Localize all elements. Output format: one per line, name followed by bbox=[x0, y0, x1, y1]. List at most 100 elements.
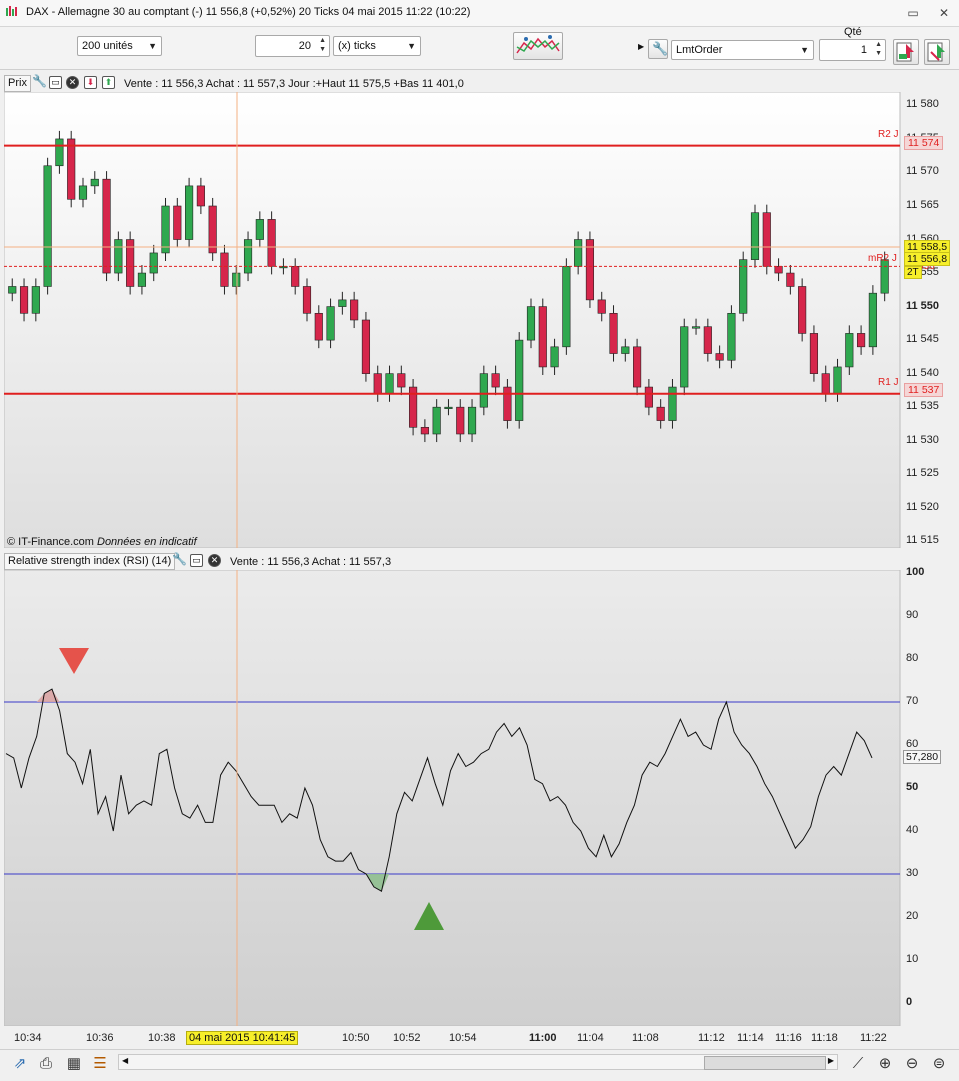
rsi-tick-label: 0 bbox=[906, 996, 913, 1008]
move-up-icon[interactable]: ⬆ bbox=[102, 76, 115, 89]
candle-body bbox=[538, 306, 547, 368]
rsi-panel-header: Relative strength index (RSI) (14) 🔧 ▭ ✕… bbox=[4, 552, 899, 570]
price-tick-label: 11 535 bbox=[906, 400, 939, 413]
price-tick-label: 11 545 bbox=[906, 333, 939, 346]
candle-body bbox=[432, 406, 441, 435]
rsi-chart[interactable] bbox=[4, 570, 955, 1026]
sell-button[interactable] bbox=[893, 39, 919, 65]
spreadsheet-icon[interactable]: ▦ bbox=[64, 1054, 84, 1074]
candle-body bbox=[715, 353, 724, 361]
copyright-text: © IT-Finance.com bbox=[7, 536, 94, 548]
price-panel-header: Prix 🔧 ▭ ✕ ⬇ ⬆ Vente : 11 556,3 Achat : … bbox=[4, 74, 899, 92]
candle-body bbox=[397, 373, 406, 388]
buy-button[interactable] bbox=[924, 39, 950, 65]
horizontal-scrollbar[interactable]: ◀ ▶ bbox=[118, 1054, 838, 1070]
rsi-tick-label: 60 bbox=[906, 738, 919, 750]
time-tick-label: 10:34 bbox=[14, 1032, 42, 1044]
zoom-out-icon[interactable]: ⊖ bbox=[902, 1054, 922, 1074]
chevron-down-icon: ▼ bbox=[407, 41, 416, 51]
scrollbar-thumb[interactable] bbox=[704, 1056, 826, 1070]
price-tick-label: 11 565 bbox=[906, 199, 939, 211]
zoom-reset-icon[interactable]: ⊜ bbox=[929, 1054, 949, 1074]
candle-body bbox=[739, 259, 748, 314]
candle-body bbox=[857, 333, 866, 348]
order-settings-button[interactable]: 🔧 bbox=[648, 39, 668, 59]
time-tick-label: 10:54 bbox=[449, 1032, 477, 1044]
wrench-icon[interactable]: 🔧 bbox=[172, 553, 187, 567]
candle-body bbox=[621, 346, 630, 354]
candle-body bbox=[868, 292, 877, 348]
chart-strategy-button[interactable] bbox=[513, 32, 563, 60]
draw-line-icon[interactable]: ⟋ bbox=[848, 1054, 868, 1074]
candle-body bbox=[173, 205, 182, 240]
title-bar: DAX - Allemagne 30 au comptant (-) 11 55… bbox=[0, 0, 959, 27]
candle-body bbox=[526, 306, 536, 341]
qty-stepper[interactable]: 1 ▲ ▼ bbox=[819, 39, 886, 61]
price-chart[interactable] bbox=[4, 92, 955, 548]
candle-body bbox=[8, 286, 17, 294]
candle-body bbox=[845, 333, 854, 368]
units-select-value: 200 unités bbox=[82, 40, 133, 52]
minimize-icon[interactable]: ▭ bbox=[905, 5, 921, 21]
candle-down bbox=[538, 298, 547, 375]
move-down-icon[interactable]: ⬇ bbox=[84, 76, 97, 89]
time-tick-label: 10:52 bbox=[393, 1032, 421, 1044]
time-tick-label: 10:36 bbox=[86, 1032, 114, 1044]
buy-order-icon bbox=[927, 42, 945, 62]
candle-body bbox=[456, 406, 465, 435]
candle-body bbox=[668, 386, 677, 421]
cursor-time-badge: 04 mai 2015 10:41:45 bbox=[186, 1031, 299, 1045]
wrench-icon[interactable]: 🔧 bbox=[32, 75, 47, 89]
candle-up bbox=[750, 204, 760, 268]
candle-body bbox=[78, 185, 88, 200]
stepper-arrows-icon[interactable]: ▲ ▼ bbox=[875, 40, 882, 58]
candle-down bbox=[208, 197, 217, 261]
ticks-stepper[interactable]: 20 ▲ ▼ bbox=[255, 35, 330, 57]
close-icon[interactable]: ✕ bbox=[66, 76, 79, 89]
candle-body bbox=[680, 326, 689, 388]
chart-signal-icon bbox=[516, 35, 560, 54]
candle-body bbox=[232, 272, 241, 287]
time-tick-label: 11:18 bbox=[811, 1032, 838, 1044]
candle-body bbox=[255, 219, 264, 240]
export-icon[interactable]: ⇗ bbox=[10, 1054, 30, 1074]
candle-body bbox=[786, 272, 795, 287]
price-tick-label: 11 530 bbox=[906, 433, 939, 446]
candle-body bbox=[161, 205, 170, 254]
candle-body bbox=[444, 406, 453, 409]
r2-label: R2 J bbox=[878, 129, 899, 140]
candle-body bbox=[102, 178, 111, 274]
candle-body bbox=[491, 373, 500, 388]
close-icon[interactable]: ✕ bbox=[936, 5, 952, 21]
tick-count-badge: 2T bbox=[904, 266, 922, 279]
order-type-value: LmtOrder bbox=[676, 44, 723, 56]
rsi-tick-label: 20 bbox=[906, 910, 919, 922]
rsi-tick-label: 80 bbox=[906, 652, 919, 664]
window-icon[interactable]: ▭ bbox=[49, 76, 62, 89]
candle-up bbox=[515, 332, 524, 429]
scroll-left-icon[interactable]: ◀ bbox=[122, 1056, 128, 1065]
zoom-in-icon[interactable]: ⊕ bbox=[875, 1054, 895, 1074]
candle-body bbox=[798, 286, 807, 334]
candle-body bbox=[208, 205, 217, 254]
order-type-select[interactable]: LmtOrder ▼ bbox=[671, 40, 814, 60]
close-icon[interactable]: ✕ bbox=[208, 554, 221, 567]
candle-body bbox=[385, 373, 394, 395]
candle-down bbox=[409, 379, 418, 436]
candle-body bbox=[609, 312, 618, 354]
window-icon[interactable]: ▭ bbox=[190, 554, 203, 567]
expand-arrow-icon[interactable]: ▶ bbox=[638, 42, 644, 51]
candle-body bbox=[585, 239, 595, 301]
qty-label: Qté bbox=[844, 26, 862, 38]
candle-body bbox=[291, 266, 300, 287]
mr2-label: mR2 J bbox=[868, 253, 897, 264]
window-title: DAX - Allemagne 30 au comptant (-) 11 55… bbox=[26, 6, 471, 18]
stepper-arrows-icon[interactable]: ▲ ▼ bbox=[319, 36, 326, 54]
ticks-type-select[interactable]: (x) ticks ▼ bbox=[333, 36, 421, 56]
candle-body bbox=[302, 286, 312, 314]
print-icon[interactable]: ⎙ bbox=[36, 1054, 56, 1074]
units-select[interactable]: 200 unités ▼ bbox=[77, 36, 162, 56]
bars-icon[interactable]: ☰ bbox=[90, 1054, 110, 1074]
candle-up bbox=[43, 157, 52, 295]
scroll-right-icon[interactable]: ▶ bbox=[828, 1056, 834, 1065]
